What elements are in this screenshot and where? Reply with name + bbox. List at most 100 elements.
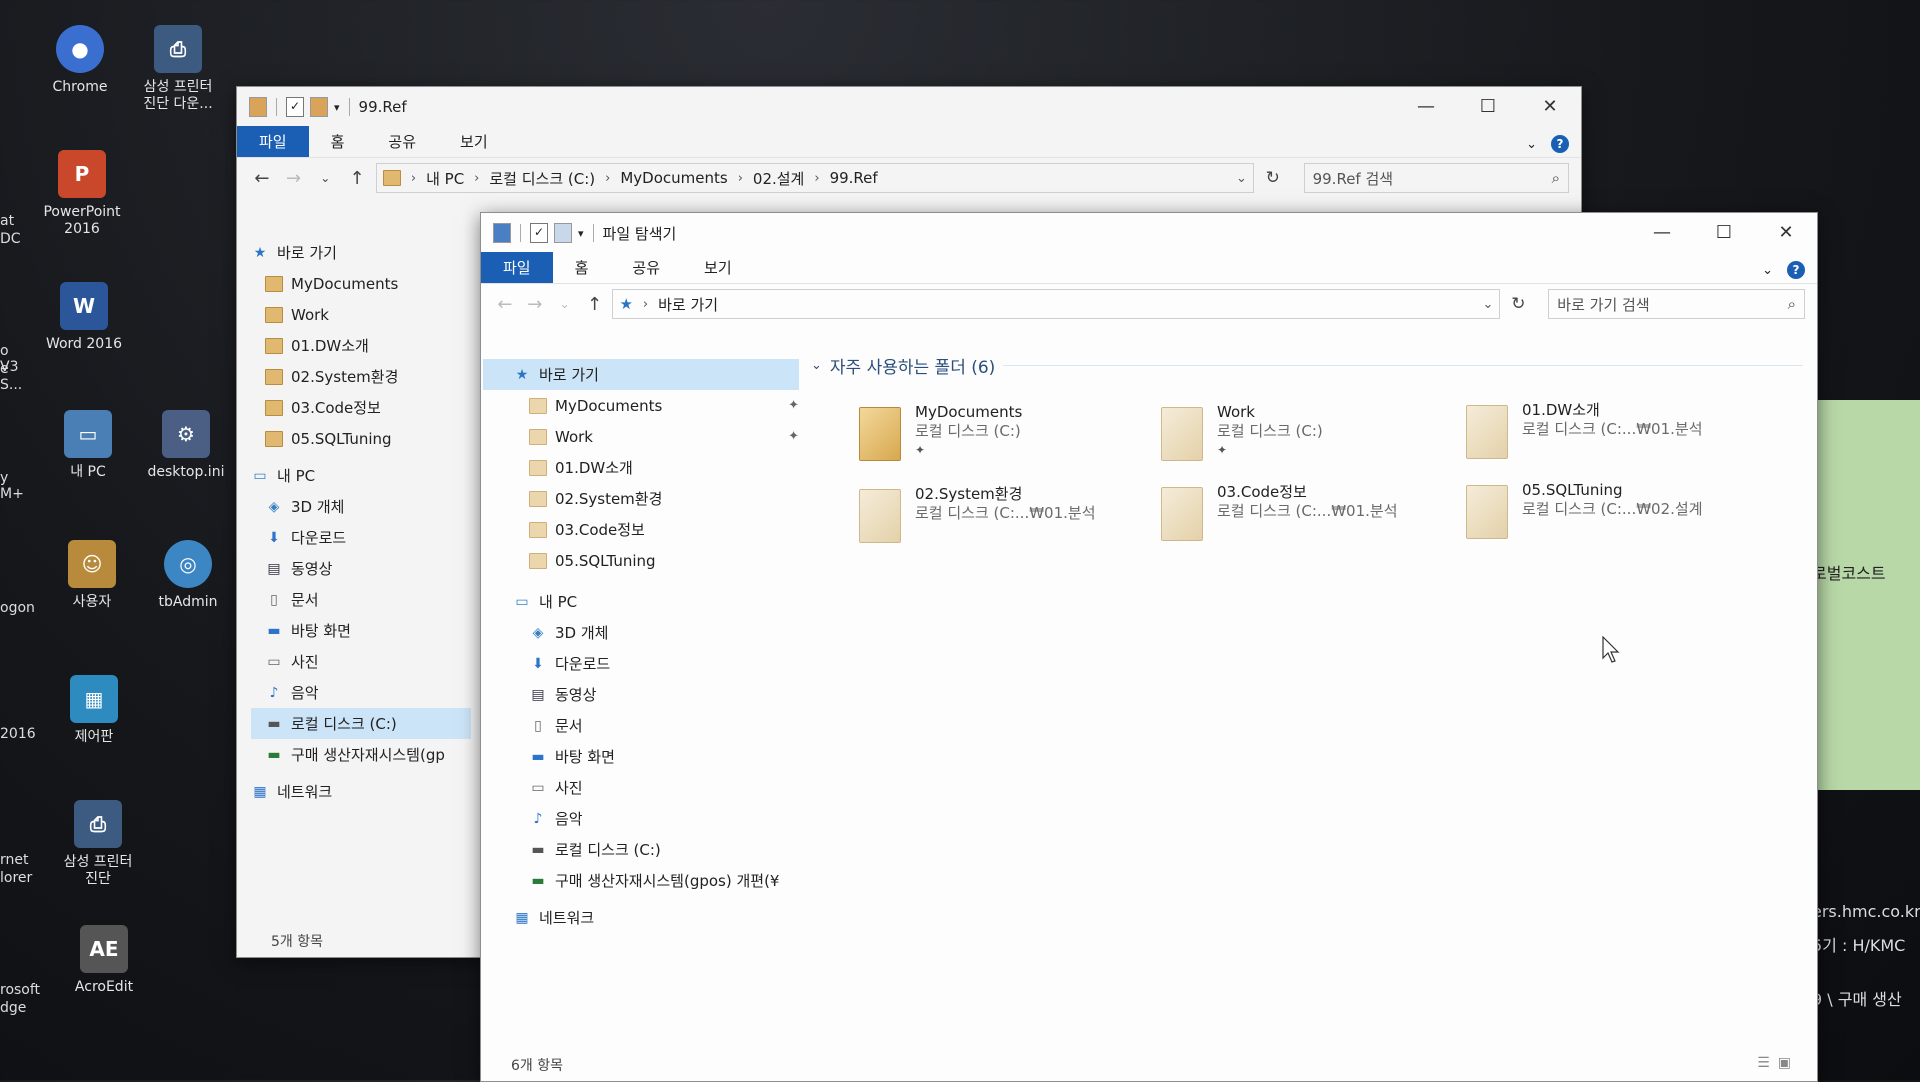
folder-tile[interactable]: 02.System환경 로컬 디스크 (C:...₩01.분석 [859, 485, 1149, 563]
nav-quick-access[interactable]: ★ 바로 가기 [483, 359, 799, 390]
desktop-icon-desktop-ini[interactable]: ⚙ desktop.ini [136, 410, 236, 481]
nav-pc-item[interactable]: ♪ 음악 [483, 803, 799, 834]
dropdown-arrow-icon[interactable]: ▾ [334, 101, 340, 114]
nav-pc-item[interactable]: ▬ 바탕 화면 [251, 615, 471, 646]
back-arrow-icon[interactable]: ← [493, 294, 517, 315]
desktop-icon-this-pc[interactable]: ▭ 내 PC [38, 410, 138, 481]
details-view-icon[interactable]: ☰ [1757, 1055, 1770, 1071]
checkbox-icon[interactable]: ✓ [286, 97, 304, 117]
desktop-icon-samsung-printer[interactable]: ⎙ 삼성 프린터 진단 다운... [128, 25, 228, 113]
folder-tile[interactable]: 05.SQLTuning 로컬 디스크 (C:...₩02.설계 [1466, 481, 1756, 559]
refresh-icon[interactable]: ↻ [1506, 294, 1530, 314]
nav-pc-item[interactable]: ▭ 사진 [483, 772, 799, 803]
nav-this-pc[interactable]: ▭ 내 PC [251, 460, 471, 491]
breadcrumb-item[interactable]: 02.설계 [753, 168, 804, 189]
pin-icon[interactable]: ✦ [788, 429, 799, 444]
up-arrow-icon[interactable]: ↑ [344, 168, 370, 189]
nav-network[interactable]: ▦ 네트워크 [483, 902, 799, 933]
chevron-down-icon[interactable]: ⌄ [1526, 137, 1537, 152]
nav-pc-item[interactable]: ▤ 동영상 [483, 679, 799, 710]
search-input[interactable]: 99.Ref 검색 ⌕ [1303, 163, 1569, 193]
refresh-icon[interactable]: ↻ [1260, 168, 1286, 188]
new-folder-icon[interactable] [310, 97, 328, 117]
maximize-button[interactable]: ☐ [1693, 213, 1755, 253]
nav-pc-item[interactable]: ▤ 동영상 [251, 553, 471, 584]
folder-tile[interactable]: 01.DW소개 로컬 디스크 (C:...₩01.분석 [1466, 401, 1756, 479]
address-dropdown-icon[interactable]: ⌄ [1236, 171, 1253, 186]
chevron-down-icon[interactable]: ⌄ [1762, 263, 1773, 278]
nav-pc-item[interactable]: ▬ 바탕 화면 [483, 741, 799, 772]
nav-pc-item[interactable]: ♪ 음악 [251, 677, 471, 708]
close-button[interactable]: ✕ [1755, 213, 1817, 253]
nav-pinned-item[interactable]: 01.DW소개 [251, 330, 471, 361]
nav-pc-item[interactable]: ▯ 문서 [483, 710, 799, 741]
breadcrumb-item[interactable]: MyDocuments [620, 169, 727, 187]
breadcrumb-item[interactable]: 바로 가기 [658, 294, 718, 315]
nav-pinned-item[interactable]: 02.System환경 [251, 361, 471, 392]
close-button[interactable]: ✕ [1519, 87, 1581, 127]
desktop-icon-user[interactable]: ☺ 사용자 [42, 540, 142, 611]
folder-tile[interactable]: 03.Code정보 로컬 디스크 (C:...₩01.분석 [1161, 483, 1451, 561]
nav-pc-item-local-disk[interactable]: ▬ 로컬 디스크 (C:) [251, 708, 471, 739]
back-arrow-icon[interactable]: ← [249, 168, 275, 189]
nav-pc-item[interactable]: ▬ 구매 생산자재시스템(gp [251, 739, 471, 770]
search-input[interactable]: 바로 가기 검색 ⌕ [1548, 289, 1805, 319]
desktop-icon-acroedit[interactable]: AE AcroEdit [54, 925, 154, 996]
tab-home[interactable]: 홈 [553, 252, 611, 283]
breadcrumb-item[interactable]: 99.Ref [830, 169, 878, 187]
nav-pc-item[interactable]: ◈ 3D 개체 [483, 617, 799, 648]
tab-home[interactable]: 홈 [309, 126, 367, 157]
minimize-button[interactable]: — [1395, 87, 1457, 127]
tab-view[interactable]: 보기 [438, 126, 510, 157]
maximize-button[interactable]: ☐ [1457, 87, 1519, 127]
help-icon[interactable]: ? [1787, 261, 1805, 279]
nav-pinned-item[interactable]: 03.Code정보 [251, 392, 471, 423]
search-icon[interactable]: ⌕ [1788, 295, 1796, 313]
desktop-icon-control-panel[interactable]: ▦ 제어판 [44, 675, 144, 746]
nav-pc-item[interactable]: ◈ 3D 개체 [251, 491, 471, 522]
nav-pinned-item[interactable]: 05.SQLTuning [483, 545, 799, 576]
nav-pc-item[interactable]: ⬇ 다운로드 [251, 522, 471, 553]
breadcrumb-item[interactable]: 내 PC [426, 168, 464, 189]
desktop-icon-chrome[interactable]: ● Chrome [30, 25, 130, 96]
nav-pinned-item[interactable]: Work ✦ [483, 421, 799, 452]
nav-pc-item[interactable]: ▭ 사진 [251, 646, 471, 677]
group-header-frequent-folders[interactable]: ⌄ 자주 사용하는 폴더 (6) [811, 353, 1804, 378]
nav-pinned-item[interactable]: MyDocuments [251, 268, 471, 299]
help-icon[interactable]: ? [1551, 135, 1569, 153]
breadcrumb-item[interactable]: 로컬 디스크 (C:) [489, 168, 595, 189]
folder-tile[interactable]: MyDocuments 로컬 디스크 (C:) ✦ [859, 403, 1149, 481]
nav-pinned-item[interactable]: Work [251, 299, 471, 330]
tab-file[interactable]: 파일 [481, 252, 553, 283]
pin-icon[interactable]: ✦ [788, 398, 799, 413]
recent-chevron-icon[interactable]: ⌄ [553, 297, 577, 311]
desktop-icon-word[interactable]: W Word 2016 [34, 282, 134, 353]
nav-quick-access[interactable]: ★ 바로 가기 [251, 237, 471, 268]
nav-pc-item[interactable]: ⬇ 다운로드 [483, 648, 799, 679]
nav-pinned-item[interactable]: MyDocuments ✦ [483, 390, 799, 421]
nav-pinned-item[interactable]: 02.System환경 [483, 483, 799, 514]
title-bar[interactable]: ✓ ▾ 파일 탐색기 — ☐ ✕ [481, 213, 1817, 253]
address-dropdown-icon[interactable]: ⌄ [1483, 297, 1500, 312]
nav-pinned-item[interactable]: 01.DW소개 [483, 452, 799, 483]
nav-pc-item[interactable]: ▯ 문서 [251, 584, 471, 615]
chevron-down-icon[interactable]: ⌄ [811, 358, 822, 373]
nav-pc-item[interactable]: ▬ 구매 생산자재시스템(gpos) 개편(¥ [483, 865, 799, 896]
tiles-view-icon[interactable]: ▣ [1778, 1055, 1791, 1071]
tab-share[interactable]: 공유 [610, 252, 682, 283]
nav-pinned-item[interactable]: 05.SQLTuning [251, 423, 471, 454]
nav-pc-item[interactable]: ▬ 로컬 디스크 (C:) [483, 834, 799, 865]
new-folder-icon[interactable] [554, 223, 572, 243]
forward-arrow-icon[interactable]: → [281, 168, 307, 189]
desktop-icon-tbadmin[interactable]: ◎ tbAdmin [138, 540, 238, 611]
up-arrow-icon[interactable]: ↑ [583, 294, 607, 315]
nav-this-pc[interactable]: ▭ 내 PC [483, 586, 799, 617]
desktop-icon-powerpoint[interactable]: P PowerPoint 2016 [32, 150, 132, 238]
nav-pinned-item[interactable]: 03.Code정보 [483, 514, 799, 545]
tab-share[interactable]: 공유 [366, 126, 438, 157]
folder-tile[interactable]: Work 로컬 디스크 (C:) ✦ [1161, 403, 1451, 481]
forward-arrow-icon[interactable]: → [523, 294, 547, 315]
dropdown-arrow-icon[interactable]: ▾ [578, 227, 584, 240]
search-icon[interactable]: ⌕ [1552, 169, 1560, 187]
address-bar[interactable]: › 내 PC › 로컬 디스크 (C:) › MyDocuments › 02.… [375, 163, 1254, 193]
